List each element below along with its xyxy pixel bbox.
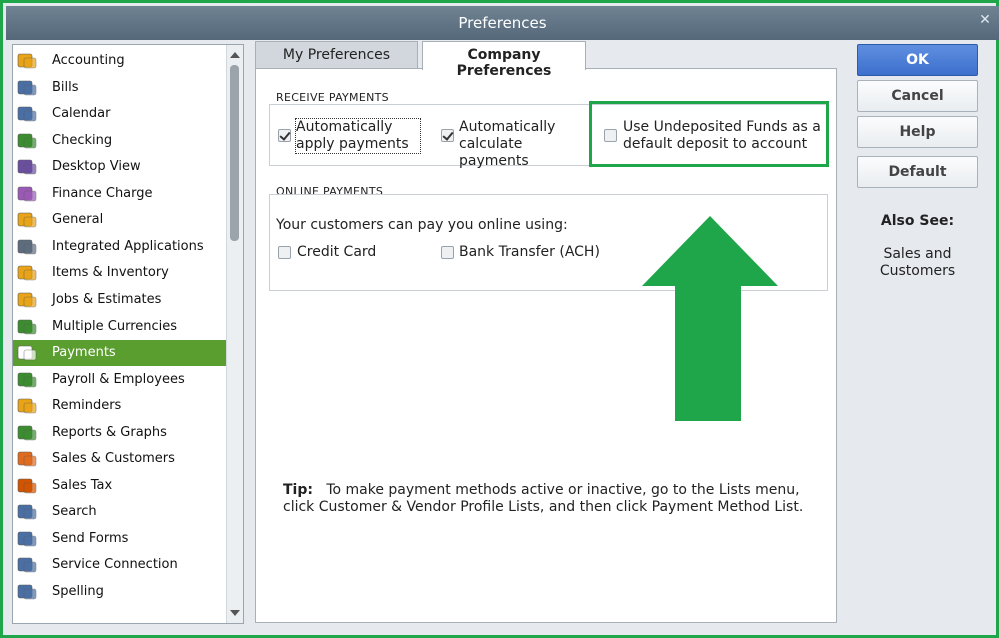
tip-body: To make payment methods active or inacti…: [283, 482, 804, 515]
sidebar-item-multiple-currencies[interactable]: Multiple Currencies: [13, 314, 227, 340]
sidebar-item-label: Sales Tax: [52, 477, 113, 493]
sidebar-item-integrated-applications[interactable]: Integrated Applications: [13, 234, 227, 260]
reports-graphs-icon: [17, 424, 37, 442]
sidebar-item-label: Spelling: [52, 584, 104, 599]
sidebar-item-label: Send Forms: [52, 530, 129, 546]
sidebar-item-payroll-employees[interactable]: Payroll & Employees: [13, 367, 227, 393]
preferences-sidebar: Accounting Bills Calendar Checking Desktop V…: [12, 44, 244, 624]
sidebar-item-label: Bills: [52, 79, 79, 95]
integrated-apps-icon: [17, 238, 37, 256]
tab-my-preferences[interactable]: My Preferences: [255, 41, 418, 69]
auto-calculate-label[interactable]: Automatically calculate payments: [459, 119, 589, 170]
finance-charge-icon: [17, 185, 37, 203]
sidebar-item-spelling[interactable]: Spelling: [13, 579, 227, 605]
sidebar-item-sales-customers[interactable]: Sales & Customers: [13, 446, 227, 472]
tip-label: Tip:: [283, 482, 313, 498]
auto-apply-label[interactable]: Automatically apply payments: [295, 118, 421, 154]
sidebar-item-label: Accounting: [52, 53, 125, 68]
sidebar-item-label: Desktop View: [52, 159, 141, 175]
scroll-up-icon[interactable]: [229, 49, 241, 61]
sidebar-item-bills[interactable]: Bills: [13, 75, 227, 101]
currencies-icon: [17, 318, 37, 336]
accounting-icon: [17, 52, 37, 70]
sidebar-item-label: Search: [52, 504, 97, 520]
auto-apply-checkbox[interactable]: [278, 129, 291, 142]
sidebar-item-label: Sales & Customers: [52, 451, 175, 467]
sidebar-item-label: Service Connection: [52, 557, 178, 573]
online-payments-intro: Your customers can pay you online using:: [276, 217, 568, 233]
sidebar-item-jobs-estimates[interactable]: Jobs & Estimates: [13, 287, 227, 313]
reminders-icon: [17, 397, 37, 415]
sidebar-item-general[interactable]: General: [13, 207, 227, 233]
bank-transfer-checkbox[interactable]: [441, 246, 454, 259]
sidebar-item-reports-graphs[interactable]: Reports & Graphs: [13, 420, 227, 446]
sidebar-item-label: Reminders: [52, 398, 122, 414]
sidebar-item-label: Calendar: [52, 106, 111, 122]
sidebar-item-send-forms[interactable]: Send Forms: [13, 526, 227, 552]
sidebar-item-label: Checking: [52, 132, 113, 148]
inventory-icon: [17, 264, 37, 282]
spelling-icon: [17, 583, 37, 601]
also-see-sales-customers-link[interactable]: Sales and Customers: [857, 246, 978, 280]
cancel-button[interactable]: Cancel: [857, 80, 978, 112]
sidebar-item-label: General: [52, 212, 104, 228]
auto-calculate-checkbox[interactable]: [441, 129, 454, 142]
sidebar-item-items-inventory[interactable]: Items & Inventory: [13, 260, 227, 286]
credit-card-checkbox[interactable]: [278, 246, 291, 259]
receive-payments-heading: RECEIVE PAYMENTS: [276, 91, 389, 104]
bank-transfer-label[interactable]: Bank Transfer (ACH): [459, 244, 600, 261]
default-button[interactable]: Default: [857, 156, 978, 188]
tab-company-preferences-label: Company Preferences: [456, 47, 552, 79]
sidebar-item-label: Finance Charge: [52, 185, 153, 201]
search-icon: [17, 503, 37, 521]
general-icon: [17, 211, 37, 229]
desktop-view-icon: [17, 158, 37, 176]
sidebar-item-label: Reports & Graphs: [52, 424, 167, 440]
sidebar-item-accounting[interactable]: Accounting: [13, 48, 227, 74]
calendar-icon: [17, 105, 37, 123]
sidebar-item-label: Items & Inventory: [52, 265, 169, 281]
scroll-down-icon[interactable]: [229, 607, 241, 619]
ok-button[interactable]: OK: [857, 44, 978, 76]
sidebar-item-payments[interactable]: Payments: [13, 340, 227, 367]
jobs-estimates-icon: [17, 291, 37, 309]
sidebar-item-label: Multiple Currencies: [52, 318, 178, 334]
credit-card-label[interactable]: Credit Card: [297, 244, 376, 261]
sidebar-item-label: Jobs & Estimates: [52, 291, 162, 307]
bills-icon: [17, 79, 37, 97]
scrollbar-thumb[interactable]: [230, 65, 239, 241]
also-see-heading: Also See:: [880, 213, 955, 229]
tab-company-preferences[interactable]: Company Preferences: [422, 41, 586, 79]
tip-text: Tip: To make payment methods active or i…: [283, 482, 823, 516]
title-bar[interactable]: Preferences ✕: [6, 6, 999, 40]
window-title: Preferences: [458, 14, 547, 32]
help-button[interactable]: Help: [857, 116, 978, 148]
sales-tax-icon: [17, 477, 37, 495]
sidebar-item-label: Integrated Applications: [52, 238, 204, 254]
sidebar-scrollbar[interactable]: [226, 45, 243, 623]
sidebar-item-reminders[interactable]: Reminders: [13, 393, 227, 419]
service-connection-icon: [17, 556, 37, 574]
sales-customers-icon: [17, 450, 37, 468]
payments-icon: [17, 344, 37, 362]
sidebar-item-label: Payments: [52, 345, 116, 361]
up-arrow-annotation: [642, 216, 778, 421]
close-icon[interactable]: ✕: [977, 12, 993, 28]
send-forms-icon: [17, 530, 37, 548]
sidebar-item-calendar[interactable]: Calendar: [13, 101, 227, 127]
sidebar-item-service-connection[interactable]: Service Connection: [13, 552, 227, 578]
highlight-box: [589, 101, 829, 167]
sidebar-item-finance-charge[interactable]: Finance Charge: [13, 181, 227, 207]
sidebar-item-search[interactable]: Search: [13, 499, 227, 525]
payroll-icon: [17, 371, 37, 389]
checking-icon: [17, 132, 37, 150]
sidebar-item-label: Payroll & Employees: [52, 371, 185, 387]
sidebar-item-desktop-view[interactable]: Desktop View: [13, 154, 227, 180]
sidebar-item-sales-tax[interactable]: Sales Tax: [13, 473, 227, 499]
sidebar-item-checking[interactable]: Checking: [13, 128, 227, 154]
tab-my-preferences-label: My Preferences: [282, 47, 391, 63]
